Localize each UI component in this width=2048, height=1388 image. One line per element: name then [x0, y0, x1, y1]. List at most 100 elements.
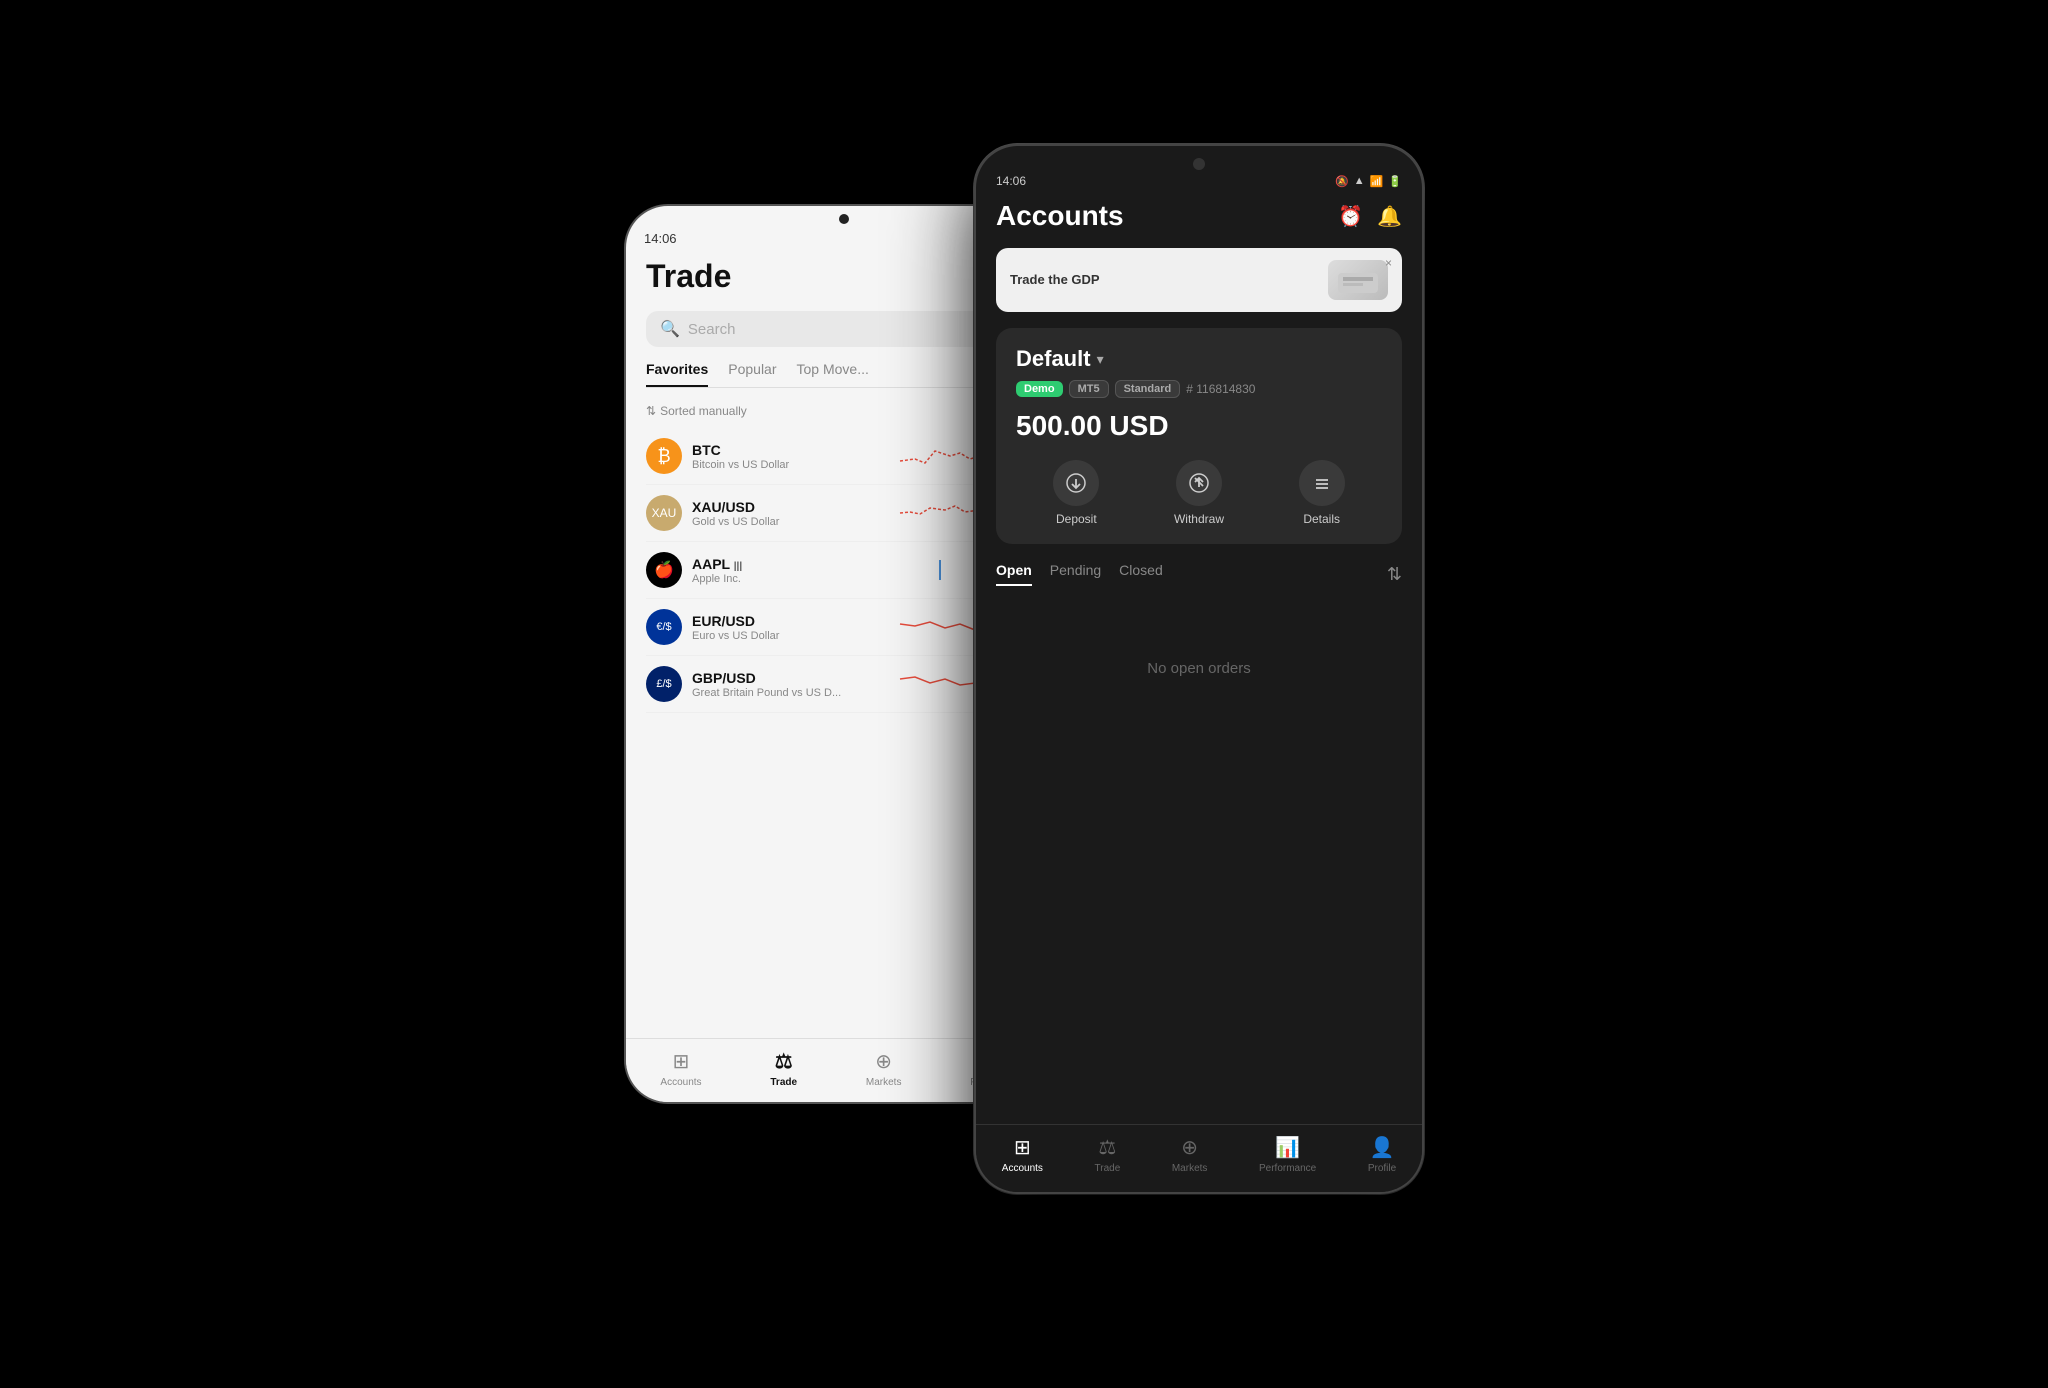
nav-profile-front[interactable]: 👤 Profile [1368, 1135, 1396, 1174]
signal-icon: 📶 [1370, 175, 1384, 188]
asset-info-aapl: AAPL ||| Apple Inc. [692, 556, 888, 585]
profile-nav-icon: 👤 [1370, 1135, 1395, 1160]
camera-area [976, 146, 1422, 170]
status-time-front: 14:06 [996, 174, 1026, 188]
asset-info-gbp: GBP/USD Great Britain Pound vs US D... [692, 670, 888, 699]
nav-performance-front[interactable]: 📊 Performance [1259, 1135, 1316, 1174]
nav-trade-front[interactable]: ⚖ Trade [1095, 1135, 1121, 1174]
tag-demo: Demo [1016, 381, 1063, 397]
asset-info-btc: BTC Bitcoin vs US Dollar [692, 442, 888, 471]
nav-label: Performance [1259, 1163, 1316, 1174]
nav-label: Accounts [1002, 1163, 1043, 1174]
promo-close-button[interactable]: × [1385, 256, 1392, 270]
orders-tabs: Open Pending Closed ⇅ [996, 562, 1402, 586]
eur-icon: €/$ [646, 609, 682, 645]
withdraw-label: Withdraw [1174, 512, 1224, 526]
account-card: Default ▾ Demo MT5 Standard # 116814830 … [996, 328, 1402, 544]
details-icon-circle [1299, 460, 1345, 506]
chart-eur [900, 612, 980, 642]
deposit-button[interactable]: Deposit [1053, 460, 1099, 526]
account-balance: 500.00 USD [1016, 410, 1382, 442]
nav-label: Markets [1172, 1163, 1208, 1174]
account-actions: Deposit Withdraw [1016, 460, 1382, 526]
asset-symbol: AAPL ||| [692, 556, 888, 572]
no-orders-message: No open orders [996, 600, 1402, 737]
chart-btc [900, 441, 980, 471]
nav-label: Profile [1368, 1163, 1396, 1174]
gbp-icon: £/$ [646, 666, 682, 702]
nav-label: Markets [866, 1077, 902, 1088]
nav-markets-back[interactable]: ⊕ Markets [866, 1049, 902, 1088]
camera-front [1193, 158, 1205, 170]
tab-popular[interactable]: Popular [728, 361, 776, 387]
tab-pending[interactable]: Pending [1050, 562, 1101, 586]
markets-icon: ⊕ [875, 1049, 892, 1074]
tab-top-movers[interactable]: Top Move... [797, 361, 869, 387]
trade-nav-icon: ⚖ [1098, 1135, 1116, 1160]
chart-aapl [900, 555, 980, 585]
tab-favorites[interactable]: Favorites [646, 361, 708, 387]
aapl-icon: 🍎 [646, 552, 682, 588]
withdraw-button[interactable]: Withdraw [1174, 460, 1224, 526]
tag-mt5: MT5 [1069, 380, 1109, 398]
details-label: Details [1303, 512, 1340, 526]
markets-nav-icon: ⊕ [1181, 1135, 1198, 1160]
tab-open[interactable]: Open [996, 562, 1032, 586]
orders-tab-list: Open Pending Closed [996, 562, 1163, 586]
accounts-screen: Accounts ⏰ 🔔 Trade the GDP [976, 200, 1422, 737]
asset-desc: Gold vs US Dollar [692, 516, 888, 528]
nav-accounts-front[interactable]: ⊞ Accounts [1002, 1135, 1043, 1174]
asset-symbol: BTC [692, 442, 888, 458]
promo-image [1328, 260, 1388, 300]
asset-desc: Euro vs US Dollar [692, 630, 888, 642]
tab-closed[interactable]: Closed [1119, 562, 1163, 586]
nav-markets-front[interactable]: ⊕ Markets [1172, 1135, 1208, 1174]
accounts-icon: ⊞ [673, 1049, 690, 1074]
battery-icon: 🔋 [1388, 175, 1402, 188]
asset-symbol: GBP/USD [692, 670, 888, 686]
asset-desc: Bitcoin vs US Dollar [692, 459, 888, 471]
details-button[interactable]: Details [1299, 460, 1345, 526]
nav-label: Trade [1095, 1163, 1121, 1174]
accounts-nav-icon: ⊞ [1014, 1135, 1031, 1160]
deposit-icon [1065, 472, 1087, 494]
withdraw-icon [1188, 472, 1210, 494]
account-id: # 116814830 [1186, 382, 1255, 396]
nav-label: Trade [770, 1077, 797, 1088]
chart-gbp [900, 669, 980, 699]
alarm-icon[interactable]: ⏰ [1338, 204, 1363, 229]
status-time-back: 14:06 [644, 231, 677, 246]
tag-standard: Standard [1115, 380, 1181, 398]
btc-icon: ₿ [646, 438, 682, 474]
phones-wrapper: 14:06 🔊 Trade 🔍 Search Favorites Popular… [624, 144, 1424, 1244]
wifi-icon: ▲ [1354, 175, 1365, 187]
nav-accounts-back[interactable]: ⊞ Accounts [660, 1049, 701, 1088]
details-icon [1311, 472, 1333, 494]
accounts-header: Accounts ⏰ 🔔 [996, 200, 1402, 232]
asset-desc: Great Britain Pound vs US D... [692, 687, 888, 699]
promo-card[interactable]: Trade the GDP × [996, 248, 1402, 312]
asset-symbol: XAU/USD [692, 499, 888, 515]
deposit-icon-circle [1053, 460, 1099, 506]
chevron-down-icon[interactable]: ▾ [1097, 351, 1104, 368]
search-icon: 🔍 [660, 319, 680, 339]
asset-info-eur: EUR/USD Euro vs US Dollar [692, 613, 888, 642]
performance-nav-icon: 📊 [1275, 1135, 1300, 1160]
mute-icon: 🔕 [1335, 175, 1349, 188]
withdraw-icon-circle [1176, 460, 1222, 506]
search-placeholder: Search [688, 321, 736, 338]
xau-icon: XAU [646, 495, 682, 531]
bell-icon[interactable]: 🔔 [1377, 204, 1402, 229]
status-right: 🔕 ▲ 📶 🔋 [1335, 175, 1402, 188]
nav-label: Accounts [660, 1077, 701, 1088]
nav-trade-back[interactable]: ⚖ Trade [770, 1049, 797, 1088]
account-name-row: Default ▾ [1016, 346, 1382, 372]
sort-orders-icon[interactable]: ⇅ [1387, 564, 1402, 585]
account-tags: Demo MT5 Standard # 116814830 [1016, 380, 1382, 398]
chart-xau [900, 498, 980, 528]
accounts-title: Accounts [996, 200, 1124, 232]
accounts-header-icons: ⏰ 🔔 [1338, 204, 1402, 229]
asset-desc: Apple Inc. [692, 573, 888, 585]
trade-icon: ⚖ [775, 1049, 793, 1074]
account-name: Default [1016, 346, 1091, 372]
